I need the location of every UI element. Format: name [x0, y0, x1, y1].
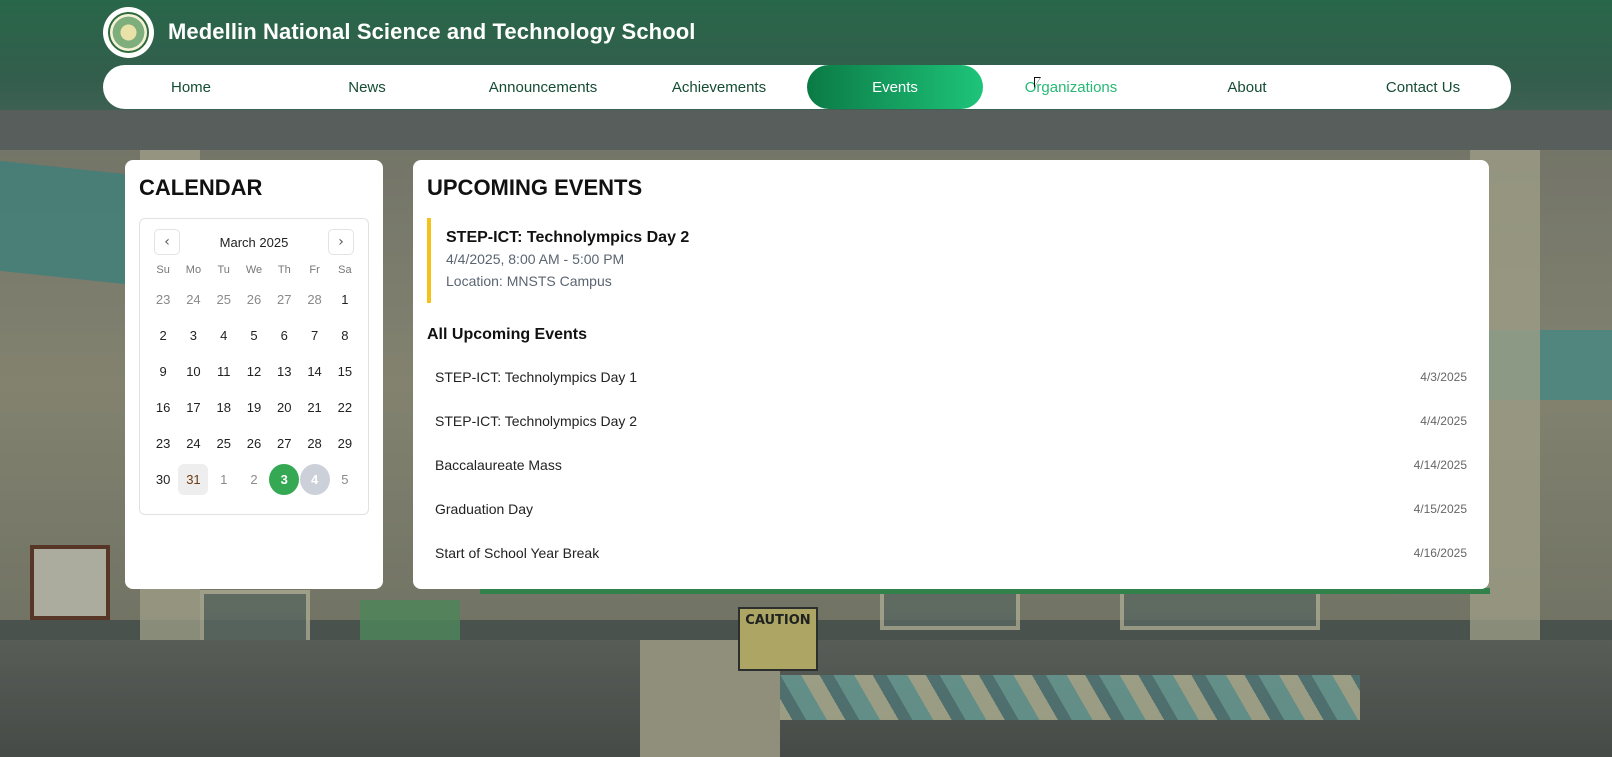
calendar-widget: ‹ March 2025 › Su Mo Tu We Th Fr Sa 23 24 25 26 27 2… [139, 218, 369, 515]
nav-achievements[interactable]: Achievements [631, 65, 807, 109]
event-name: STEP-ICT: Technolympics Day 2 [435, 413, 638, 429]
nav-organizations[interactable]: Organizations [983, 65, 1159, 109]
calendar-card: CALENDAR ‹ March 2025 › Su Mo Tu We Th Fr Sa 23… [125, 160, 383, 589]
calendar-weekday: Mo [185, 264, 202, 276]
nav-announcements[interactable]: Announcements [455, 65, 631, 109]
nav-events[interactable]: Events [807, 65, 983, 109]
calendar-day[interactable]: 16 [148, 392, 178, 423]
calendar-day[interactable]: 19 [239, 392, 269, 423]
event-name: Graduation Day [435, 501, 534, 517]
calendar-day[interactable]: 5 [239, 320, 269, 351]
event-name: Start of School Year Break [435, 545, 600, 561]
calendar-header: ‹ March 2025 › [148, 229, 360, 255]
calendar-grid: Su Mo Tu We Th Fr Sa 23 24 25 26 27 28 1 2 3 4 5 6 7 8 9 10 11 1… [148, 261, 360, 495]
calendar-day[interactable]: 3 [178, 320, 208, 351]
calendar-day[interactable]: 12 [239, 356, 269, 387]
calendar-day[interactable]: 13 [269, 356, 299, 387]
calendar-day[interactable]: 24 [178, 284, 208, 315]
event-date: 4/16/2025 [1413, 546, 1467, 560]
calendar-day[interactable]: 23 [148, 284, 178, 315]
calendar-day[interactable]: 29 [330, 428, 360, 459]
featured-event-title: STEP-ICT: Technolympics Day 2 [446, 229, 690, 246]
calendar-day[interactable]: 20 [269, 392, 299, 423]
calendar-day[interactable]: 5 [330, 464, 360, 495]
calendar-day[interactable]: 2 [148, 320, 178, 351]
calendar-day[interactable]: 26 [239, 428, 269, 459]
calendar-day[interactable]: 25 [209, 284, 239, 315]
nav-contact-us[interactable]: Contact Us [1335, 65, 1511, 109]
calendar-day[interactable]: 15 [330, 356, 360, 387]
calendar-day[interactable]: 1 [330, 284, 360, 315]
calendar-day[interactable]: 27 [269, 428, 299, 459]
calendar-day[interactable]: 10 [178, 356, 208, 387]
calendar-day[interactable]: 27 [269, 284, 299, 315]
event-list-item[interactable]: Graduation Day 4/15/2025 [427, 487, 1475, 531]
chevron-right-icon[interactable]: › [328, 229, 354, 255]
calendar-weekday: Sa [338, 264, 352, 276]
event-date: 4/3/2025 [1420, 370, 1467, 384]
calendar-day[interactable]: 2 [239, 464, 269, 495]
calendar-day[interactable]: 30 [148, 464, 178, 495]
calendar-day[interactable]: 14 [300, 356, 330, 387]
events-heading: UPCOMING EVENTS [427, 175, 643, 200]
mouse-cursor-icon [1034, 77, 1041, 88]
calendar-day-today[interactable]: 31 [178, 464, 209, 495]
site-brand[interactable]: Medellin National Science and Technology… [103, 6, 696, 58]
calendar-day[interactable]: 25 [209, 428, 239, 459]
calendar-day-selected[interactable]: 3 [269, 464, 300, 495]
calendar-weekday: We [245, 264, 263, 276]
school-logo [103, 6, 154, 58]
event-date: 4/14/2025 [1413, 458, 1467, 472]
event-list-item[interactable]: STEP-ICT: Technolympics Day 2 4/4/2025 [427, 399, 1475, 443]
calendar-day[interactable]: 26 [239, 284, 269, 315]
nav-news[interactable]: News [279, 65, 455, 109]
featured-event[interactable]: STEP-ICT: Technolympics Day 2 4/4/2025, … [427, 218, 1475, 303]
calendar-day[interactable]: 18 [209, 392, 239, 423]
calendar-heading: CALENDAR [139, 175, 263, 200]
main-nav: Home News Announcements Achievements Eve… [103, 65, 1511, 109]
calendar-day[interactable]: 4 [209, 320, 239, 351]
site-title: Medellin National Science and Technology… [168, 19, 696, 44]
calendar-day[interactable]: 28 [300, 284, 330, 315]
calendar-day[interactable]: 9 [148, 356, 178, 387]
event-list-item[interactable]: STEP-ICT: Technolympics Day 1 4/3/2025 [427, 355, 1475, 399]
event-name: STEP-ICT: Technolympics Day 1 [435, 369, 638, 385]
event-list: STEP-ICT: Technolympics Day 1 4/3/2025 S… [427, 355, 1475, 575]
featured-event-datetime: 4/4/2025, 8:00 AM - 5:00 PM [446, 251, 625, 267]
nav-about[interactable]: About [1159, 65, 1335, 109]
calendar-day[interactable]: 22 [330, 392, 360, 423]
calendar-day[interactable]: 28 [300, 428, 330, 459]
nav-home[interactable]: Home [103, 65, 279, 109]
chevron-left-icon[interactable]: ‹ [154, 229, 180, 255]
calendar-day[interactable]: 23 [148, 428, 178, 459]
event-name: Baccalaureate Mass [435, 457, 562, 473]
calendar-day[interactable]: 17 [178, 392, 208, 423]
calendar-day[interactable]: 8 [330, 320, 360, 351]
calendar-day[interactable]: 6 [269, 320, 299, 351]
event-list-item[interactable]: Start of School Year Break 4/16/2025 [427, 531, 1475, 575]
event-date: 4/4/2025 [1420, 414, 1467, 428]
calendar-day[interactable]: 11 [209, 356, 239, 387]
event-date: 4/15/2025 [1413, 502, 1467, 516]
calendar-day[interactable]: 21 [300, 392, 330, 423]
calendar-day[interactable]: 1 [209, 464, 239, 495]
calendar-day[interactable]: 4 [299, 464, 330, 495]
all-events-heading: All Upcoming Events [427, 326, 588, 343]
calendar-month-label: March 2025 [219, 234, 289, 250]
calendar-weekday: Th [277, 264, 291, 276]
events-card: UPCOMING EVENTS STEP-ICT: Technolympics … [413, 160, 1489, 589]
calendar-weekday: Su [156, 264, 170, 276]
featured-event-location: Location: MNSTS Campus [446, 273, 612, 289]
calendar-day[interactable]: 7 [300, 320, 330, 351]
calendar-weekday: Tu [217, 264, 230, 276]
calendar-weekday: Fr [309, 264, 320, 276]
event-list-item[interactable]: Baccalaureate Mass 4/14/2025 [427, 443, 1475, 487]
calendar-day[interactable]: 24 [178, 428, 208, 459]
